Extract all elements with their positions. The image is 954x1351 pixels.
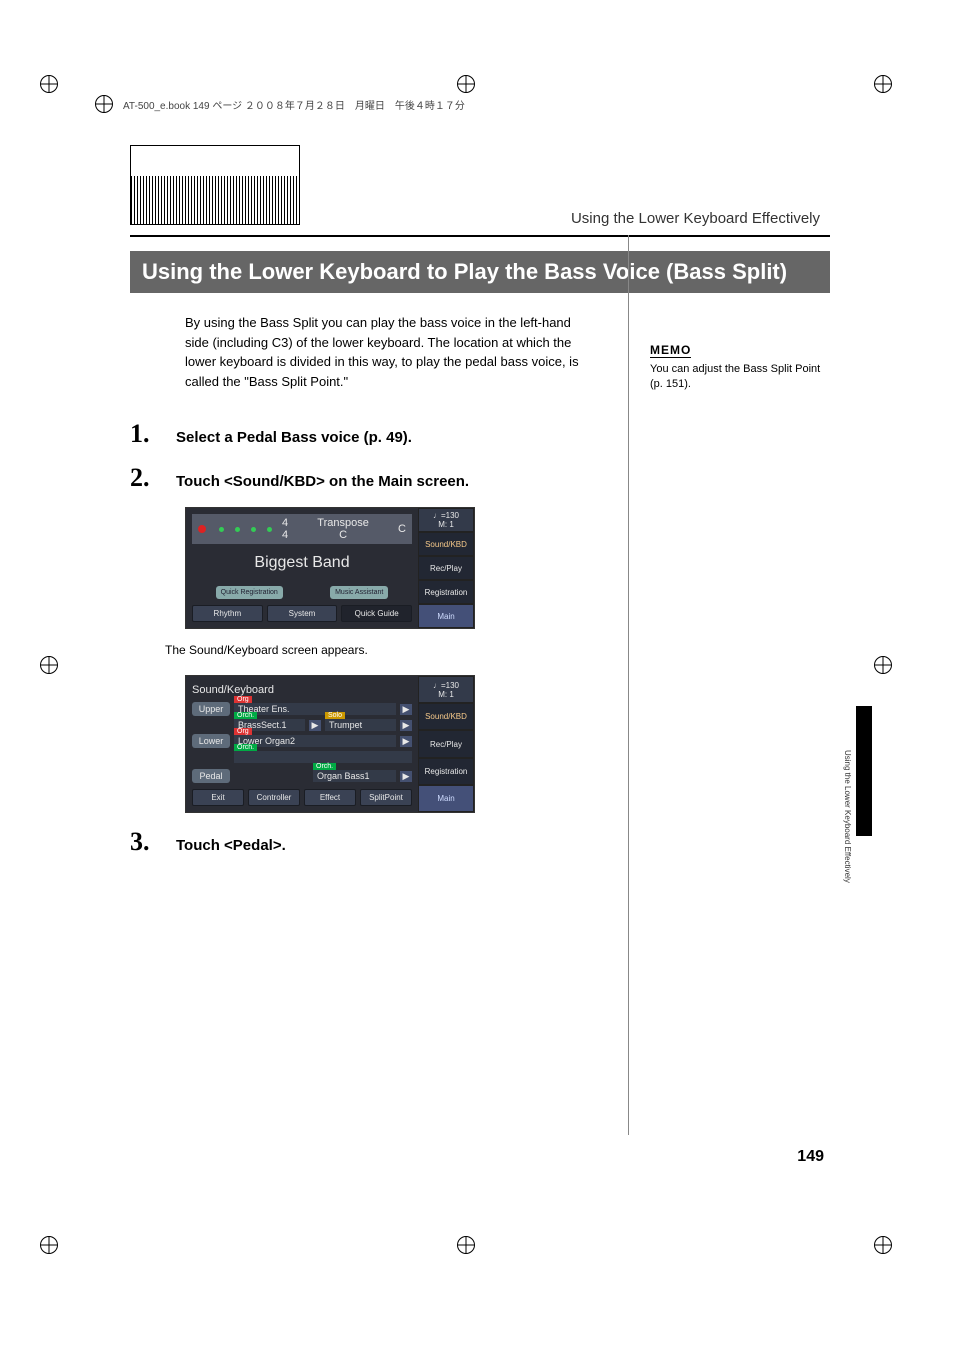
registration-btn: Registration: [418, 580, 474, 604]
main-screen-screenshot: 4 4 Transpose C C Biggest Band Quick Reg…: [185, 507, 475, 629]
system-btn: System: [267, 605, 338, 622]
main-btn: Main: [418, 604, 474, 628]
rec-play-btn: Rec/Play: [418, 556, 474, 580]
step-1-num: 1.: [130, 419, 158, 449]
arrow-icon: ▶: [400, 704, 412, 715]
arrow-icon: ▶: [400, 736, 412, 747]
transpose-label: Transpose: [298, 517, 388, 529]
key-c: C: [398, 523, 406, 535]
lower-label: Lower: [192, 734, 230, 748]
arrow-icon: ▶: [309, 720, 321, 731]
sound-kbd-btn-2: Sound/KBD: [418, 703, 474, 730]
rec-play-btn-2: Rec/Play: [418, 730, 474, 757]
thumb-tab: [856, 706, 872, 836]
lower-org-slot: OrgLower Organ2: [234, 735, 396, 747]
sk-title: Sound/Keyboard: [192, 682, 412, 702]
led-icon: [219, 527, 224, 532]
pedal-orch-slot: Orch.Organ Bass1: [313, 770, 396, 782]
crop-mark-tr: [874, 75, 914, 115]
thumb-tab-text: Using the Lower Keyboard Effectively: [843, 750, 852, 883]
keyboard-diagram: [130, 145, 300, 225]
step-3: 3. Touch <Pedal>.: [130, 827, 620, 857]
sound-keyboard-screenshot: Sound/Keyboard Upper OrgTheater Ens. ▶ O…: [185, 675, 475, 813]
step-3-num: 3.: [130, 827, 158, 857]
section-title: Using the Lower Keyboard to Play the Bas…: [130, 251, 830, 293]
intro-text: By using the Bass Split you can play the…: [185, 313, 585, 391]
style-name: Biggest Band: [192, 554, 412, 572]
header-reg-icon: [95, 95, 113, 113]
chapter-underline: [130, 235, 830, 237]
exit-btn: Exit: [192, 789, 244, 806]
main-btn-2: Main: [418, 785, 474, 812]
crop-mark-ml: [40, 656, 80, 696]
step-3-text: Touch <Pedal>.: [176, 837, 286, 854]
step-2-text: Touch <Sound/KBD> on the Main screen.: [176, 473, 469, 490]
chapter-title: Using the Lower Keyboard Effectively: [571, 210, 830, 227]
music-assistant-btn: Music Assistant: [330, 586, 388, 599]
quick-guide-btn: Quick Guide: [341, 605, 412, 622]
upper-solo-slot: SoloTrumpet: [325, 719, 396, 731]
step-1: 1. Select a Pedal Bass voice (p. 49).: [130, 419, 620, 449]
memo-text: You can adjust the Bass Split Point (p. …: [650, 362, 830, 393]
arrow-icon: ▶: [400, 771, 412, 782]
rec-dot-icon: [198, 525, 206, 533]
sound-kbd-btn: Sound/KBD: [418, 532, 474, 556]
controller-btn: Controller: [248, 789, 300, 806]
upper-org-slot: OrgTheater Ens.: [234, 703, 396, 715]
step-2-num: 2.: [130, 463, 158, 493]
crop-mark-br: [874, 1236, 914, 1276]
crop-mark-bl: [40, 1236, 80, 1276]
rhythm-btn: Rhythm: [192, 605, 263, 622]
tempo-display-2: ♩=130M: 1: [418, 676, 474, 703]
page-number: 149: [797, 1148, 824, 1166]
header-strip-text: AT-500_e.book 149 ページ ２００８年７月２８日 月曜日 午後４…: [123, 97, 465, 112]
transpose-value: C: [298, 529, 388, 541]
quick-registration-btn: Quick Registration: [216, 586, 283, 599]
column-divider: [628, 235, 629, 1135]
upper-label: Upper: [192, 702, 230, 716]
memo-label: MEMO: [650, 343, 691, 358]
pedal-label: Pedal: [192, 769, 230, 783]
tempo-display: ♩=130M: 1: [418, 508, 474, 532]
step-1-text: Select a Pedal Bass voice (p. 49).: [176, 429, 412, 446]
caption-1: The Sound/Keyboard screen appears.: [165, 643, 620, 657]
step-2: 2. Touch <Sound/KBD> on the Main screen.: [130, 463, 620, 493]
splitpoint-btn: SplitPoint: [360, 789, 412, 806]
page-header-strip: AT-500_e.book 149 ページ ２００８年７月２８日 月曜日 午後４…: [95, 95, 859, 113]
crop-mark-mr: [874, 656, 914, 696]
effect-btn: Effect: [304, 789, 356, 806]
time-sig: 4 4: [282, 517, 288, 541]
registration-btn-2: Registration: [418, 758, 474, 785]
arrow-icon: ▶: [400, 720, 412, 731]
lower-orch-empty: Orch.: [234, 751, 412, 763]
crop-mark-tl: [40, 75, 80, 115]
crop-mark-mb: [457, 1236, 497, 1276]
